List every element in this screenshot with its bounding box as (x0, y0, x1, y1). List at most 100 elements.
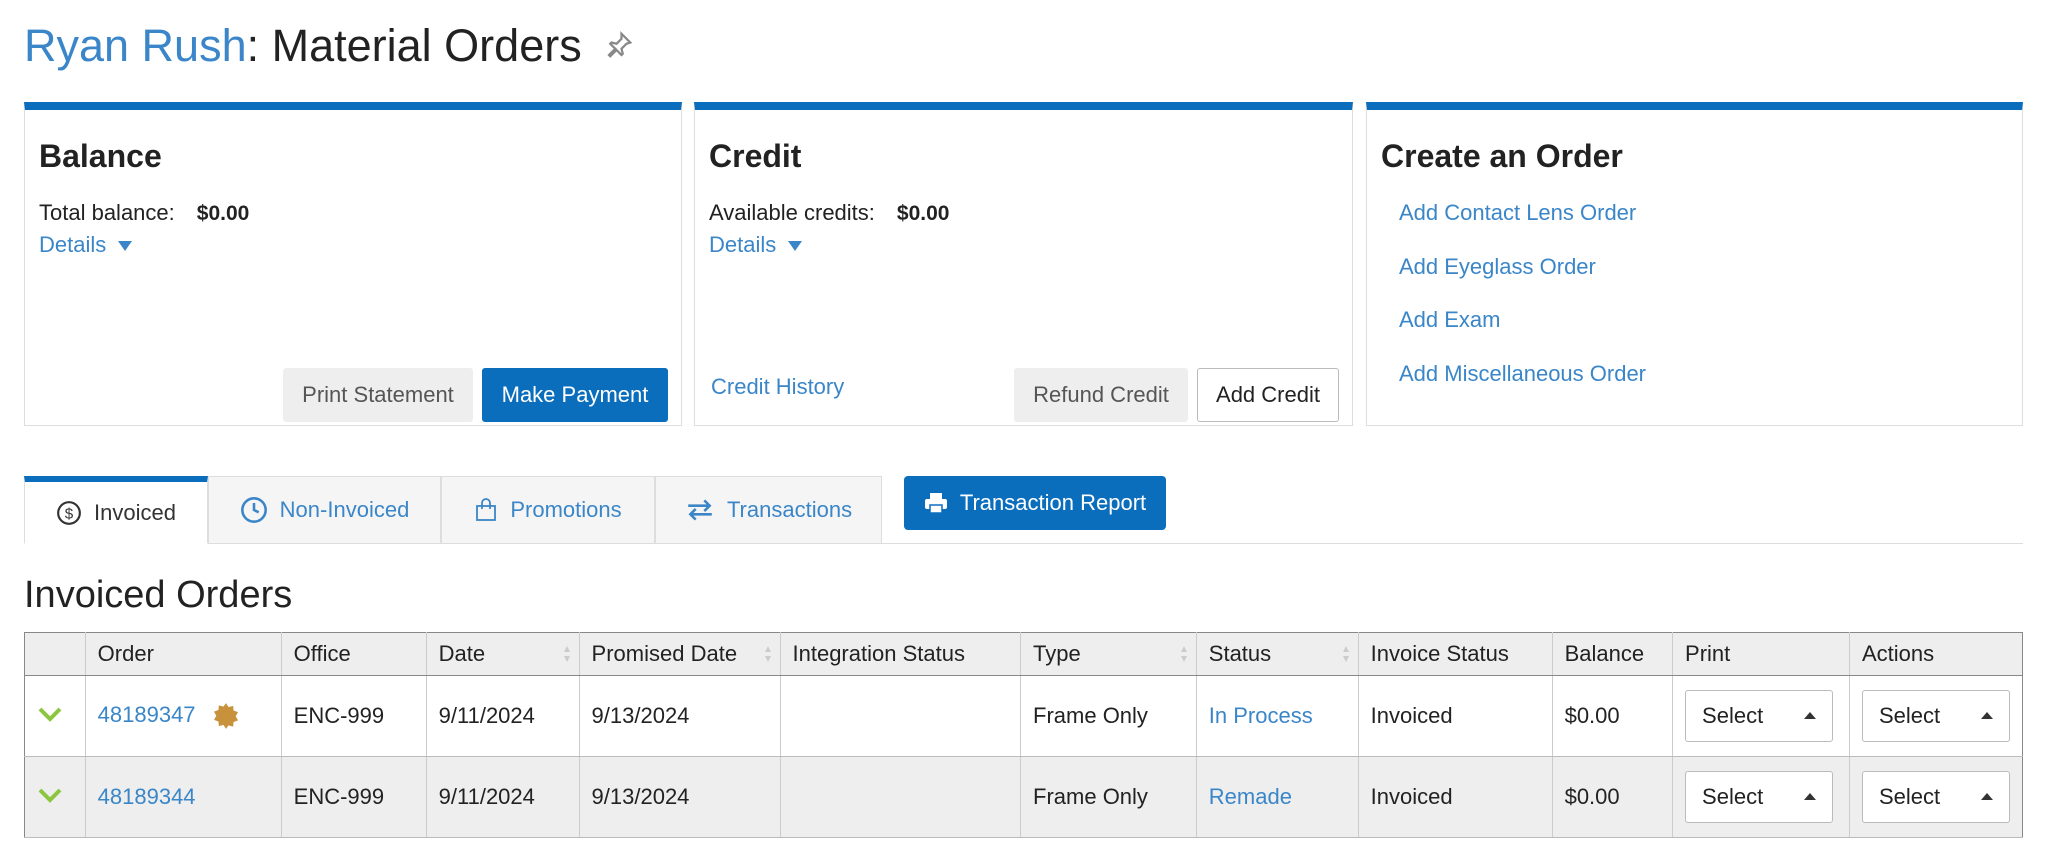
caret-down-icon (788, 241, 803, 252)
balance-panel: Balance Total balance: $0.00 Details Prin… (24, 102, 682, 426)
balance-details-toggle[interactable]: Details (39, 232, 133, 258)
order-cell: 48189347 (85, 675, 282, 757)
office-cell: ENC-999 (281, 675, 427, 757)
caret-up-icon (1804, 793, 1817, 800)
column-header-label: Actions (1862, 641, 1935, 666)
tab-non-invoiced-label: Non-Invoiced (279, 497, 410, 522)
column-header-label: Print (1685, 641, 1731, 666)
status-link[interactable]: Remade (1209, 784, 1292, 809)
dollar-circle-icon: $ (57, 500, 81, 525)
tab-invoiced[interactable]: $ Invoiced (24, 476, 208, 544)
page-title-text: Material Orders (271, 20, 582, 71)
add-eyeglass-order-link[interactable]: Add Eyeglass Order (1399, 254, 1596, 280)
add-contact-lens-order-link[interactable]: Add Contact Lens Order (1399, 200, 1636, 226)
date-cell: 9/11/2024 (426, 756, 580, 838)
column-header-order[interactable]: Order (85, 632, 282, 676)
column-header-label: Invoice Status (1370, 641, 1509, 666)
chevron-down-icon[interactable] (37, 786, 63, 804)
sort-icon (1180, 646, 1187, 662)
page-title: Ryan Rush: Material Orders (24, 18, 634, 74)
total-balance-row: Total balance: $0.00 (39, 200, 249, 226)
actions-select[interactable]: Select (1862, 771, 2010, 823)
print-select-label: Select (1702, 784, 1764, 809)
date-cell: 9/11/2024 (426, 675, 580, 757)
column-header-invoice-status[interactable]: Invoice Status (1358, 632, 1553, 676)
add-credit-button[interactable]: Add Credit (1197, 368, 1339, 422)
tab-promotions[interactable]: Promotions (441, 476, 655, 544)
balance-title: Balance (39, 138, 162, 174)
print-select-label: Select (1702, 703, 1764, 728)
add-miscellaneous-order-link[interactable]: Add Miscellaneous Order (1399, 361, 1646, 387)
tab-transactions-label: Transactions (726, 497, 853, 522)
refund-credit-button[interactable]: Refund Credit (1014, 368, 1188, 422)
print-select[interactable]: Select (1685, 771, 1834, 823)
credit-details-label: Details (709, 232, 777, 257)
actions-cell: Select (1849, 756, 2023, 838)
print-cell: Select (1672, 756, 1850, 838)
column-header-label: Date (438, 641, 486, 666)
balance-cell: $0.00 (1552, 756, 1674, 838)
create-order-panel: Create an Order Add Contact Lens Order A… (1366, 102, 2023, 426)
order-number-link[interactable]: 48189347 (98, 702, 196, 727)
table-row: 48189347 ENC-999 9/11/2024 9/13/2024 Fra… (24, 675, 2023, 757)
integration-status-cell (780, 756, 1022, 838)
invoice-status-cell: Invoiced (1358, 756, 1553, 838)
column-header-type[interactable]: Type (1020, 632, 1197, 676)
column-header-date[interactable]: Date (426, 632, 580, 676)
column-header-label: Type (1033, 641, 1081, 666)
transaction-report-button[interactable]: Transaction Report (904, 476, 1166, 530)
credit-title: Credit (709, 138, 802, 174)
available-credits-label: Available credits: (709, 200, 875, 225)
actions-select-label: Select (1879, 703, 1941, 728)
caret-down-icon (118, 241, 133, 252)
column-header-promised-date[interactable]: Promised Date (579, 632, 781, 676)
column-header-label: Balance (1564, 641, 1645, 666)
print-cell: Select (1672, 675, 1850, 757)
column-header-office[interactable]: Office (281, 632, 427, 676)
status-cell: Remade (1196, 756, 1359, 838)
balance-details-label: Details (39, 232, 107, 257)
column-header-balance[interactable]: Balance (1552, 632, 1674, 676)
sort-icon (764, 646, 771, 662)
column-header-expand (24, 632, 86, 676)
print-statement-button[interactable]: Print Statement (283, 368, 473, 422)
clock-icon (240, 497, 267, 523)
patient-name-link[interactable]: Ryan Rush (24, 20, 247, 71)
caret-up-icon (1981, 712, 1993, 719)
tab-promotions-label: Promotions (510, 497, 622, 522)
transaction-report-label: Transaction Report (959, 490, 1147, 515)
print-select[interactable]: Select (1685, 690, 1834, 742)
column-header-label: Order (97, 641, 154, 666)
status-link[interactable]: In Process (1209, 703, 1313, 728)
column-header-status[interactable]: Status (1196, 632, 1359, 676)
title-separator: : (246, 20, 272, 71)
credit-history-link[interactable]: Credit History (711, 374, 844, 400)
starburst-badge-icon (213, 703, 238, 729)
order-cell: 48189344 (85, 756, 282, 838)
column-header-label: Office (293, 641, 351, 666)
available-credits-value: $0.00 (896, 202, 950, 225)
actions-select[interactable]: Select (1862, 690, 2010, 742)
column-header-actions: Actions (1849, 632, 2023, 676)
sort-icon (1342, 646, 1349, 662)
tab-non-invoiced[interactable]: Non-Invoiced (208, 476, 441, 544)
add-exam-link[interactable]: Add Exam (1399, 307, 1501, 333)
status-cell: In Process (1196, 675, 1359, 757)
office-cell: ENC-999 (281, 756, 427, 838)
promised-date-cell: 9/13/2024 (579, 756, 781, 838)
printer-icon (924, 493, 947, 514)
type-cell: Frame Only (1020, 675, 1197, 757)
create-order-title: Create an Order (1381, 138, 1623, 174)
orders-table: Order Office Date Promised Date Integrat… (24, 632, 2023, 838)
tab-transactions[interactable]: Transactions (655, 476, 882, 544)
column-header-integration-status[interactable]: Integration Status (780, 632, 1022, 676)
tab-invoiced-label: Invoiced (94, 499, 176, 525)
caret-up-icon (1804, 712, 1817, 719)
section-title: Invoiced Orders (24, 574, 293, 616)
pin-icon[interactable] (604, 17, 634, 73)
integration-status-cell (780, 675, 1022, 757)
credit-details-toggle[interactable]: Details (709, 232, 803, 258)
chevron-down-icon[interactable] (37, 705, 63, 723)
order-number-link[interactable]: 48189344 (98, 784, 196, 809)
make-payment-button[interactable]: Make Payment (482, 368, 668, 422)
